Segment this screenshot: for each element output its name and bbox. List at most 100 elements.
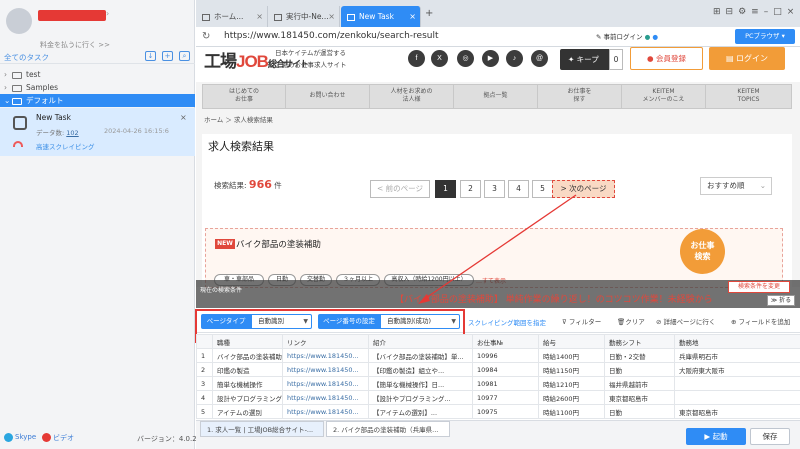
- breadcrumb[interactable]: ホーム ＞ 求人検索結果: [204, 114, 273, 124]
- pager-page-4[interactable]: 4: [508, 180, 529, 198]
- folder-test[interactable]: › test: [0, 68, 195, 81]
- tab-new-task[interactable]: New Task ×: [341, 6, 421, 27]
- facebook-icon[interactable]: f: [408, 50, 425, 67]
- site-desc-1: 日本ケイテムが運営する: [275, 49, 347, 57]
- new-folder-icon[interactable]: +: [162, 51, 173, 61]
- tiktok-icon[interactable]: ♪: [506, 50, 523, 67]
- version-label: バージョン：4.0.2: [137, 435, 197, 443]
- data-count-link[interactable]: 102: [66, 129, 78, 137]
- video-link[interactable]: ビデオ: [53, 433, 74, 443]
- column-header[interactable]: 職種: [212, 334, 283, 349]
- pager-page-1[interactable]: 1: [435, 180, 456, 198]
- upgrade-link[interactable]: 料金を払うに行く >>: [40, 40, 110, 50]
- step-tab-1[interactable]: 1. 求人一覧 | 工場JOB総合サイト-...: [200, 421, 324, 437]
- close-icon[interactable]: ×: [409, 6, 416, 27]
- info-icon: ●: [652, 33, 659, 41]
- table-row[interactable]: 4 設計やプログラミング https://www.181450... 【設計やプログラ…: [196, 390, 800, 405]
- skype-link[interactable]: Skype: [15, 433, 36, 441]
- pager-next[interactable]: > 次のページ: [552, 180, 615, 198]
- table-row[interactable]: 5 アイテムの選別 https://www.181450... 【アイテムの選別】..…: [196, 404, 800, 419]
- column-header[interactable]: 紹介: [368, 334, 473, 349]
- start-button[interactable]: ▶ 起動: [686, 428, 746, 445]
- column-header[interactable]: リンク: [282, 334, 369, 349]
- login-button[interactable]: ▤ ログイン: [709, 47, 785, 70]
- prelogin-button[interactable]: ✎ 事前ログイン ● ●: [596, 31, 658, 41]
- close-icon[interactable]: ×: [256, 6, 263, 27]
- user-icon: ●: [647, 54, 656, 63]
- user-menu-chevron-icon[interactable]: ›: [106, 9, 109, 18]
- user-name-redacted: [38, 10, 106, 21]
- scrape-range-link[interactable]: スクレイピング範囲を指定: [468, 317, 546, 327]
- url-field[interactable]: https://www.181450.com/zenkoku/search-re…: [224, 31, 439, 41]
- fold-button[interactable]: ≫ 折る: [767, 295, 795, 306]
- add-field-button[interactable]: ⊕ フィールドを追加: [731, 316, 790, 326]
- nav-member-voice[interactable]: KEITEM メンバーのこえ: [622, 85, 706, 108]
- pager-page-2[interactable]: 2: [460, 180, 481, 198]
- register-button[interactable]: ● 会員登録: [630, 47, 703, 70]
- table-cell: 時給1400円: [538, 348, 605, 363]
- column-header[interactable]: 勤務シフト: [604, 334, 675, 349]
- pager-page-5[interactable]: 5: [532, 180, 553, 198]
- task-name[interactable]: New Task: [36, 113, 71, 122]
- reload-icon[interactable]: ↻: [202, 31, 210, 42]
- add-tab-icon[interactable]: +: [425, 8, 433, 19]
- detail-page-button[interactable]: ⊘ 詳細ページに行く: [656, 316, 715, 326]
- folder-icon: [12, 84, 22, 92]
- skype-icon[interactable]: [4, 433, 13, 442]
- youtube-icon[interactable]: [42, 433, 51, 442]
- window-controls[interactable]: ⊞⊟⚙≡–□×: [713, 7, 799, 17]
- search-task-icon[interactable]: ⌕: [179, 51, 190, 61]
- sort-select[interactable]: おすすめ順 ⌄: [700, 177, 772, 195]
- user-avatar[interactable]: [6, 8, 32, 34]
- filter-button[interactable]: ⊽ フィルター: [562, 316, 601, 326]
- table-row[interactable]: 3 簡単な機械操作 https://www.181450... 【簡単な機械操作】日.…: [196, 376, 800, 391]
- close-icon[interactable]: ×: [180, 113, 187, 122]
- step-tab-2[interactable]: 2. バイク部品の塗装補助（兵庫県...: [326, 421, 450, 437]
- table-cell: 簡単な機械操作: [212, 376, 283, 391]
- table-row[interactable]: 1 バイク部品の塗装補助 https://www.181450... 【バイク部品の塗…: [196, 348, 800, 363]
- table-cell: 4: [196, 390, 213, 405]
- column-header[interactable]: [196, 334, 213, 349]
- instagram-icon[interactable]: ◎: [457, 50, 474, 67]
- column-header[interactable]: 給与: [538, 334, 605, 349]
- threads-icon[interactable]: @: [531, 50, 548, 67]
- table-cell: 10977: [472, 390, 539, 405]
- nav-search-jobs[interactable]: お仕事を 探す: [538, 85, 622, 108]
- job-search-bubble[interactable]: お仕事 検索: [680, 229, 725, 274]
- folder-default[interactable]: ⌄ デフォルト: [0, 94, 195, 107]
- column-header[interactable]: 勤務地: [674, 334, 800, 349]
- pager-page-3[interactable]: 3: [484, 180, 505, 198]
- nav-topics[interactable]: KEITEM TOPICS: [706, 85, 791, 108]
- nav-first-time[interactable]: はじめての お仕事: [203, 85, 286, 108]
- pager-prev[interactable]: < 前のページ: [370, 180, 430, 198]
- table-cell: アイテムの選別: [212, 404, 283, 419]
- plus-circle-icon: ⊕: [731, 318, 739, 326]
- clear-button[interactable]: 🗑クリア: [617, 316, 645, 326]
- filter-icon: ⊽: [562, 318, 569, 326]
- job-title[interactable]: バイク部品の塗装補助: [236, 238, 321, 250]
- change-condition-button[interactable]: 検索条件を変更: [728, 281, 790, 293]
- task-date: 2024-04-26 16:15:6: [104, 127, 169, 135]
- x-icon[interactable]: X: [431, 50, 448, 67]
- table-cell: 10984: [472, 362, 539, 377]
- tab-running[interactable]: 実行中-Ne... ×: [268, 6, 340, 27]
- browser-mode-select[interactable]: PCブラウザ ▾: [735, 29, 795, 44]
- table-cell: 兵庫県明石市: [674, 348, 800, 363]
- save-button[interactable]: 保存: [750, 428, 790, 445]
- table-cell: 2: [196, 362, 213, 377]
- youtube-icon[interactable]: ▶: [482, 50, 499, 67]
- chevron-down-icon: ⌄: [759, 181, 766, 190]
- nav-locations[interactable]: 拠点一覧: [454, 85, 538, 108]
- nav-corporate[interactable]: 人材をお求めの 法人様: [370, 85, 454, 108]
- task-mode: 高速スクレイピング: [36, 143, 95, 151]
- nav-contact[interactable]: お問い合わせ: [286, 85, 370, 108]
- column-header[interactable]: お仕事№: [472, 334, 539, 349]
- table-row[interactable]: 2 印鑑の製造 https://www.181450... 【印鑑の製造】組立や...…: [196, 362, 800, 377]
- import-icon[interactable]: ↓: [145, 51, 156, 61]
- link-icon: ⊘: [656, 318, 664, 326]
- table-cell: 時給2600円: [538, 390, 605, 405]
- tab-home[interactable]: ホーム... ×: [196, 6, 268, 27]
- close-icon[interactable]: ×: [328, 6, 335, 27]
- folder-samples[interactable]: › Samples: [0, 81, 195, 94]
- all-tasks-title[interactable]: 全てのタスク: [4, 52, 49, 63]
